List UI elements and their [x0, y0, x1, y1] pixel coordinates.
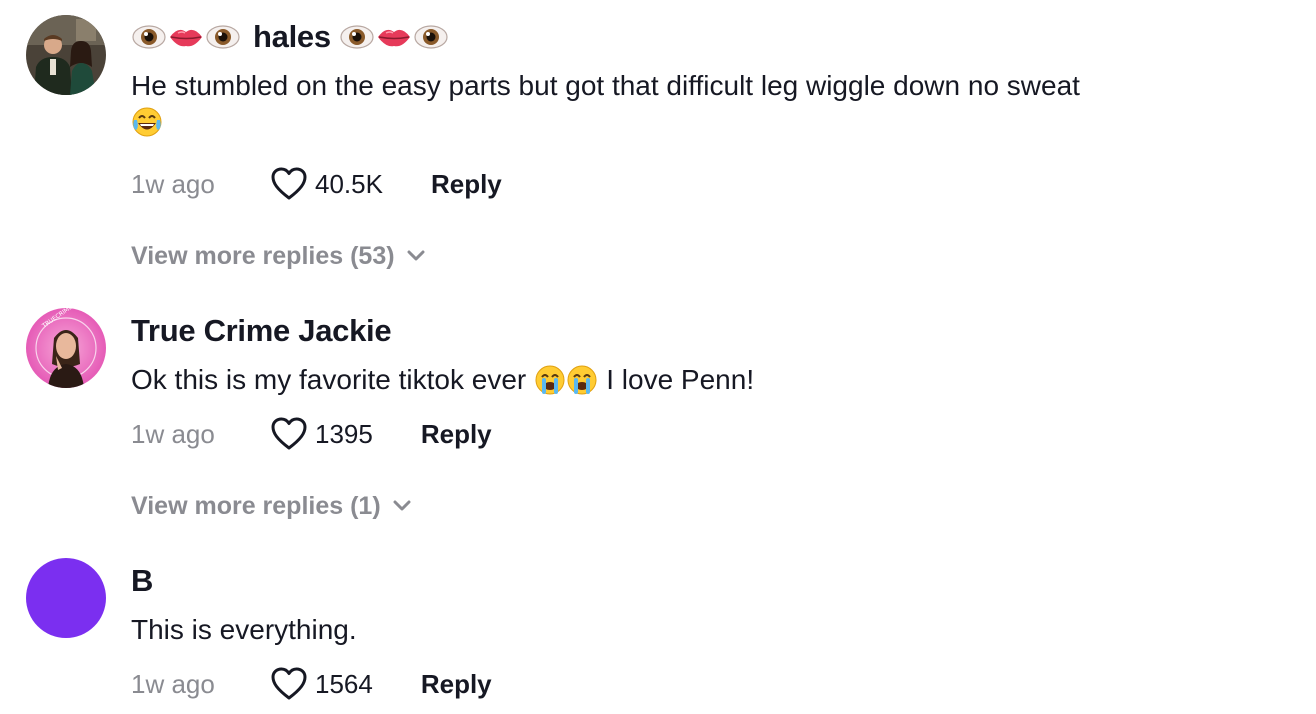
chevron-down-icon — [393, 500, 411, 511]
reply-button[interactable]: Reply — [421, 419, 492, 450]
timestamp: 1w ago — [131, 418, 215, 449]
eye-lips-eye-icons — [131, 22, 241, 52]
user-avatar[interactable] — [26, 558, 106, 638]
username[interactable]: hales — [131, 17, 449, 57]
heart-icon — [271, 167, 307, 200]
username[interactable]: True Crime Jackie — [131, 310, 392, 352]
timestamp: 1w ago — [131, 168, 215, 199]
view-more-label: View more replies (53) — [131, 241, 395, 270]
loudly-crying-face-icon — [566, 364, 598, 396]
heart-icon — [271, 667, 307, 700]
like-count: 1395 — [315, 418, 373, 449]
loudly-crying-face-icon — [534, 364, 566, 396]
heart-icon — [271, 417, 307, 450]
comment-text-part-2: I love Penn! — [606, 364, 755, 395]
tears-of-joy-icon — [131, 106, 163, 149]
comment-text: Ok this is my favorite tiktok ever I lov… — [131, 360, 754, 400]
comment-item-2: TRUECRIME True Crime Jackie Ok this is m… — [0, 290, 1316, 540]
user-avatar[interactable]: TRUECRIME — [26, 308, 106, 388]
username-text: B — [131, 563, 154, 598]
like-count: 40.5K — [315, 168, 383, 199]
reply-button[interactable]: Reply — [431, 169, 502, 200]
like-button[interactable]: 40.5K — [271, 167, 431, 201]
like-button[interactable]: 1564 — [271, 667, 421, 701]
like-count: 1564 — [315, 668, 373, 699]
comment-item-1: hales He stumbled on the easy parts but … — [0, 0, 1316, 290]
comment-text: This is everything. — [131, 614, 357, 645]
view-more-label: View more replies (1) — [131, 491, 381, 520]
chevron-down-icon — [407, 250, 425, 261]
comment-text: He stumbled on the easy parts but got th… — [131, 70, 1080, 101]
comment-meta: 1w ago 40.5K Reply — [131, 164, 502, 204]
comment-meta: 1w ago 1564 Reply — [131, 664, 492, 704]
comment-text-part-1: Ok this is my favorite tiktok ever — [131, 364, 527, 395]
like-button[interactable]: 1395 — [271, 417, 421, 451]
username-text: True Crime Jackie — [131, 313, 392, 348]
view-more-replies-button[interactable]: View more replies (1) — [131, 488, 411, 524]
username[interactable]: B — [131, 560, 153, 602]
eye-lips-eye-icons — [339, 22, 449, 52]
comment-item-3: B This is everything. 1w ago 1564 Reply — [0, 540, 1316, 714]
reply-button[interactable]: Reply — [421, 669, 492, 700]
timestamp: 1w ago — [131, 668, 215, 699]
comment-meta: 1w ago 1395 Reply — [131, 414, 492, 454]
user-avatar[interactable] — [26, 15, 106, 95]
view-more-replies-button[interactable]: View more replies (53) — [131, 238, 425, 274]
username-text: hales — [253, 19, 331, 54]
